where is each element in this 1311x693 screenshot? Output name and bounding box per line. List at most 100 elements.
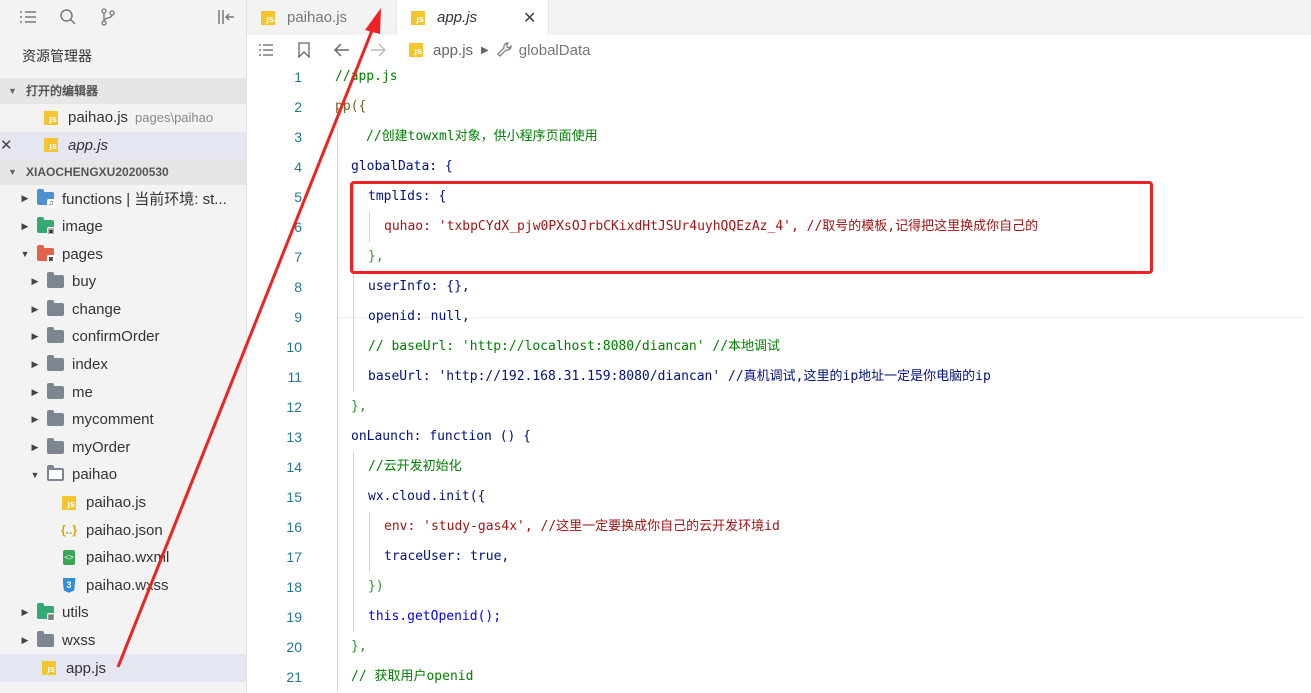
bookmark-icon[interactable]: [291, 42, 317, 58]
tree-item-paihao[interactable]: ▼ paihao: [0, 461, 246, 489]
tree-item-label: change: [72, 300, 122, 318]
code-text: onLaunch: function () {: [351, 429, 532, 444]
tree-item-functions[interactable]: ▶ ♫ functions | 当前环境: st...: [0, 185, 246, 213]
open-editors-title: 打开的编辑器: [26, 84, 99, 98]
menu-icon[interactable]: [8, 0, 48, 34]
tree-item-pages[interactable]: ▼ ◙ pages: [0, 240, 246, 268]
tree-item-label: paihao.wxss: [86, 576, 169, 594]
collapse-sidebar-icon[interactable]: [206, 0, 246, 34]
open-editor-name: app.js: [68, 136, 109, 154]
outline-list-icon[interactable]: [253, 43, 279, 57]
line-number: 7: [294, 249, 302, 265]
code-text: //创建towxml对象，供小程序页面使用: [366, 129, 598, 144]
js-file-icon: JS: [40, 659, 58, 677]
back-arrow-icon[interactable]: [329, 43, 355, 57]
open-editors-header[interactable]: ▼ 打开的编辑器: [0, 78, 246, 104]
search-icon[interactable]: [48, 0, 88, 34]
chevron-right-icon: ▶: [31, 414, 39, 425]
tree-item-paihao-wxss[interactable]: 3 paihao.wxss: [0, 572, 246, 600]
image-folder-icon: ▣: [36, 217, 56, 237]
tree-item-label: paihao.wxml: [86, 549, 170, 567]
folder-icon: [46, 437, 64, 456]
tree-item-label: mycomment: [72, 411, 154, 429]
line-number: 17: [286, 549, 302, 565]
line-number: 8: [294, 279, 302, 295]
code-text: pp({: [335, 99, 367, 114]
tree-item-label: functions | 当前环境: st...: [62, 191, 227, 209]
breadcrumb-symbol[interactable]: globalData: [519, 42, 591, 59]
line-number: 16: [286, 519, 302, 535]
tree-item-paihao-wxml[interactable]: <> paihao.wxml: [0, 544, 246, 572]
annotation-highlight-box: [350, 181, 1153, 274]
code-text: //云开发初始化: [368, 459, 462, 474]
tree-item-change[interactable]: ▶ change: [0, 296, 246, 324]
line-number: 10: [286, 339, 302, 355]
code-text: },: [351, 399, 367, 414]
js-file-icon: JS: [261, 10, 275, 25]
forward-arrow-icon[interactable]: [365, 43, 391, 57]
code-text: env: 'study-gas4x', //这里一定要换成你自己的云开发环境id: [384, 519, 780, 534]
tree-item-paihao-js[interactable]: JS paihao.js: [0, 489, 246, 517]
close-icon[interactable]: ✕: [0, 136, 22, 154]
tree-item-buy[interactable]: ▶ buy: [0, 268, 246, 296]
tab-paihao-js[interactable]: JS paihao.js: [247, 0, 397, 35]
code-line: 3 //创建towxml对象，供小程序页面使用: [247, 122, 1311, 152]
code-line: 13 onLaunch: function () {: [247, 422, 1311, 452]
tree-item-label: paihao.js: [86, 494, 147, 512]
open-editor-app-js[interactable]: ✕ JS app.js: [0, 131, 246, 160]
tab-app-js[interactable]: JS app.js ✕: [397, 0, 550, 35]
line-number: 19: [286, 609, 302, 625]
tree-item-me[interactable]: ▶ me: [0, 378, 246, 406]
open-editor-name: paihao.js: [68, 109, 129, 127]
tree-item-index[interactable]: ▶ index: [0, 351, 246, 379]
project-title: XIAOCHENGXU20200530: [26, 165, 169, 180]
tree-item-myorder[interactable]: ▶ myOrder: [0, 434, 246, 462]
folder-icon: [46, 327, 64, 346]
tab-label: paihao.js: [287, 9, 348, 26]
folder-icon: [46, 355, 64, 374]
chevron-right-icon: ▶: [31, 386, 39, 397]
tree-item-mycomment[interactable]: ▶ mycomment: [0, 406, 246, 434]
chevron-right-icon: ▶: [21, 634, 29, 645]
json-file-icon: {..}: [60, 523, 77, 538]
project-header[interactable]: ▼ XIAOCHENGXU20200530: [0, 159, 246, 186]
chevron-right-icon: ▶: [31, 276, 39, 287]
code-line: 11 baseUrl: 'http://192.168.31.159:8080/d…: [247, 362, 1311, 392]
close-tab-icon[interactable]: ✕: [523, 8, 536, 28]
breadcrumb: JS app.js ▶ globalData: [409, 42, 590, 59]
pages-folder-icon: ◙: [36, 244, 56, 264]
tree-item-utils[interactable]: ▶ ▦ utils: [0, 599, 246, 627]
code-line: 1 //app.js: [247, 62, 1311, 92]
tree-item-image[interactable]: ▶ ▣ image: [0, 213, 246, 241]
open-editor-paihao-js[interactable]: JS paihao.js pages\paihao: [0, 104, 246, 132]
tree-item-label: buy: [72, 273, 97, 291]
code-line: 9 openid: null,: [247, 302, 1311, 332]
source-control-icon[interactable]: [88, 0, 128, 34]
code-editor[interactable]: 1 //app.js 2 pp({ 3 //创建towxml对象，供小程序页面使用 4…: [247, 62, 1311, 693]
tree-item-label: image: [62, 218, 103, 236]
line-number: 6: [294, 219, 302, 235]
code-text: },: [351, 639, 367, 654]
folder-icon: [36, 630, 54, 649]
chevron-right-icon: ▶: [31, 331, 39, 342]
tree-item-label: pages: [62, 245, 103, 263]
tree-item-wxss[interactable]: ▶ wxss: [0, 627, 246, 655]
line-number: 3: [294, 129, 302, 145]
tree-item-confirmorder[interactable]: ▶ confirmOrder: [0, 323, 246, 351]
tree-item-label: wxss: [62, 631, 96, 649]
folder-icon: [46, 299, 64, 318]
folder-open-icon: [46, 465, 64, 484]
code-text: }): [368, 579, 384, 594]
breadcrumb-file[interactable]: app.js: [433, 42, 473, 59]
js-file-icon: JS: [60, 494, 78, 512]
line-number: 4: [294, 159, 302, 175]
chevron-down-icon: ▼: [8, 86, 17, 96]
line-number: 1: [294, 69, 302, 85]
tree-item-paihao-json[interactable]: {..} paihao.json: [0, 516, 246, 544]
code-text: // 获取用户openid: [351, 669, 474, 684]
line-number: 18: [286, 579, 302, 595]
code-line: 15 wx.cloud.init({: [247, 482, 1311, 512]
code-line: 14 //云开发初始化: [247, 452, 1311, 482]
line-number: 14: [286, 459, 302, 475]
tree-item-app-js[interactable]: JS app.js: [0, 654, 246, 682]
